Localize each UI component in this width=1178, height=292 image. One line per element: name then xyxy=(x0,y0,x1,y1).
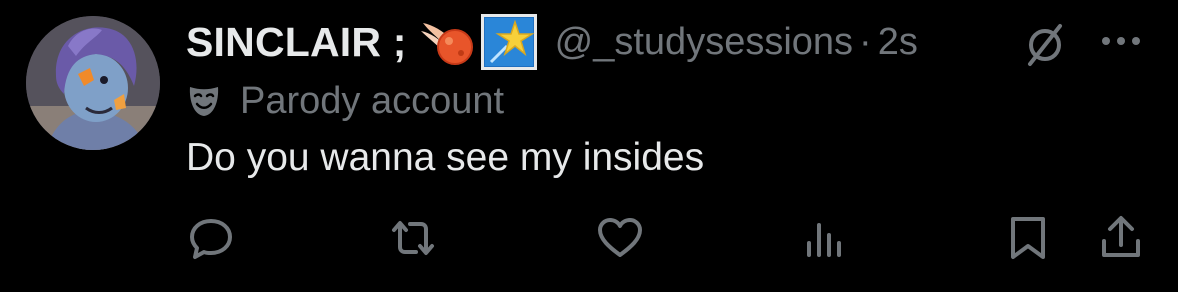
share-icon xyxy=(1102,216,1140,257)
avatar-image xyxy=(26,16,160,150)
share-button[interactable] xyxy=(1096,213,1146,263)
reply-icon xyxy=(190,219,232,259)
user-handle[interactable]: @_studysessions xyxy=(555,21,853,64)
parody-account-label: Parody account xyxy=(240,79,505,122)
more-icon[interactable] xyxy=(1096,26,1146,56)
bookmark-icon xyxy=(1011,217,1045,259)
views-button[interactable] xyxy=(800,213,850,263)
retweet-icon xyxy=(392,221,434,255)
tweet-header: SINCLAIR ; @_studysessions · 2s xyxy=(186,14,918,70)
grok-icon[interactable] xyxy=(1022,22,1068,68)
views-icon xyxy=(807,223,841,257)
timestamp[interactable]: 2s xyxy=(878,21,918,64)
avatar[interactable] xyxy=(26,16,160,150)
comet-icon xyxy=(420,23,473,65)
separator-dot: · xyxy=(859,20,872,63)
theater-mask-icon xyxy=(189,87,219,116)
retweet-button[interactable] xyxy=(388,213,438,263)
star-icon xyxy=(480,14,537,70)
bookmark-button[interactable] xyxy=(1003,213,1053,263)
parody-label-row: Parody account xyxy=(186,76,504,126)
reply-button[interactable] xyxy=(186,213,236,263)
like-button[interactable] xyxy=(595,213,645,263)
display-name[interactable]: SINCLAIR ; xyxy=(186,19,407,66)
like-icon xyxy=(598,218,642,257)
tweet-text: Do you wanna see my insides xyxy=(186,136,705,179)
